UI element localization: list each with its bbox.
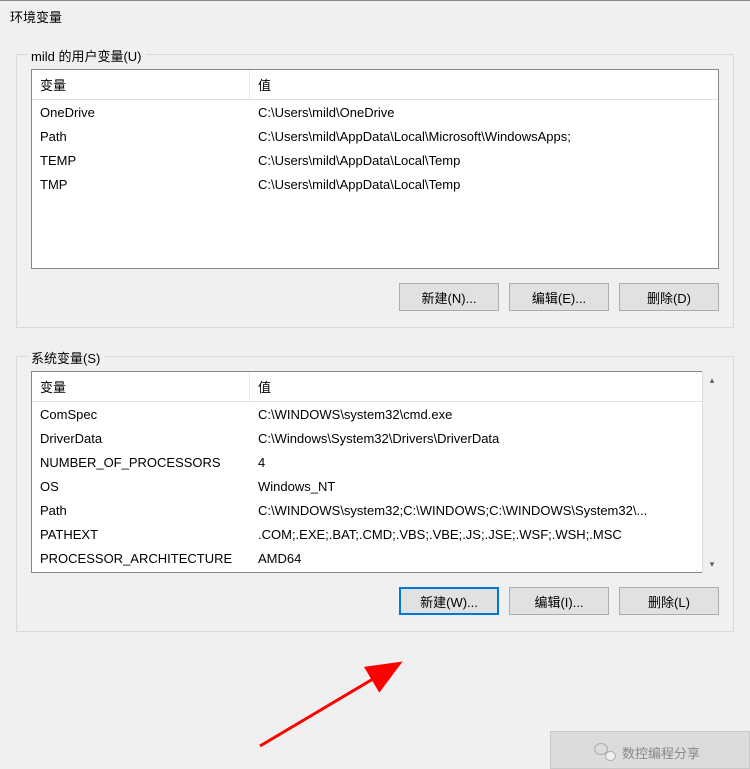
cell-variable: PATHEXT [32,524,250,545]
cell-variable: TEMP [32,150,250,171]
user-row[interactable]: PathC:\Users\mild\AppData\Local\Microsof… [32,124,718,148]
cell-value: C:\Windows\System32\Drivers\DriverData [250,428,718,449]
system-new-button[interactable]: 新建(W)... [399,587,499,615]
scroll-up-icon[interactable]: ▴ [703,371,721,389]
user-variables-legend: mild 的用户变量(U) [27,46,146,65]
cell-variable: DriverData [32,428,250,449]
dialog-title: 环境变量 [0,1,750,34]
cell-value: C:\Users\mild\AppData\Local\Microsoft\Wi… [250,126,718,147]
system-variables-table[interactable]: 变量 值 ComSpecC:\WINDOWS\system32\cmd.exeD… [31,371,719,573]
system-scrollbar[interactable]: ▴ ▾ [702,371,720,573]
cell-variable: Path [32,500,250,521]
user-row[interactable]: OneDriveC:\Users\mild\OneDrive [32,100,718,124]
annotation-arrow [260,651,420,751]
cell-variable: NUMBER_OF_PROCESSORS [32,452,250,473]
system-row[interactable]: PathC:\WINDOWS\system32;C:\WINDOWS;C:\WI… [32,498,718,522]
system-row[interactable]: DriverDataC:\Windows\System32\Drivers\Dr… [32,426,718,450]
cell-value: C:\WINDOWS\system32;C:\WINDOWS;C:\WINDOW… [250,500,718,521]
system-delete-button[interactable]: 删除(L) [619,587,719,615]
cell-variable: OneDrive [32,102,250,123]
user-delete-button[interactable]: 删除(D) [619,283,719,311]
system-row[interactable]: NUMBER_OF_PROCESSORS4 [32,450,718,474]
cell-variable: ComSpec [32,404,250,425]
cell-value: Windows_NT [250,476,718,497]
user-edit-button[interactable]: 编辑(E)... [509,283,609,311]
user-variables-group: mild 的用户变量(U) 变量 值 OneDriveC:\Users\mild… [16,54,734,328]
user-new-button[interactable]: 新建(N)... [399,283,499,311]
system-row[interactable]: PATHEXT.COM;.EXE;.BAT;.CMD;.VBS;.VBE;.JS… [32,522,718,546]
cell-variable: OS [32,476,250,497]
cell-variable: PROCESSOR_ARCHITECTURE [32,548,250,569]
cell-value: C:\Users\mild\OneDrive [250,102,718,123]
user-row[interactable]: TEMPC:\Users\mild\AppData\Local\Temp [32,148,718,172]
cell-variable: TMP [32,174,250,195]
system-variables-group: 系统变量(S) 变量 值 ComSpecC:\WINDOWS\system32\… [16,356,734,632]
cell-value: C:\Users\mild\AppData\Local\Temp [250,150,718,171]
user-variables-table[interactable]: 变量 值 OneDriveC:\Users\mild\OneDrivePathC… [31,69,719,269]
environment-variables-dialog: 环境变量 mild 的用户变量(U) 变量 值 OneDriveC:\Users… [0,0,750,769]
wechat-icon [594,741,616,763]
system-variables-legend: 系统变量(S) [27,348,104,367]
system-edit-button[interactable]: 编辑(I)... [509,587,609,615]
user-col-variable[interactable]: 变量 [32,70,250,99]
scroll-down-icon[interactable]: ▾ [703,555,721,573]
user-col-value[interactable]: 值 [250,70,718,99]
user-row[interactable]: TMPC:\Users\mild\AppData\Local\Temp [32,172,718,196]
system-col-value[interactable]: 值 [250,372,718,401]
cell-value: C:\WINDOWS\system32\cmd.exe [250,404,718,425]
watermark: 数控编程分享 [594,741,700,763]
system-row[interactable]: OSWindows_NT [32,474,718,498]
watermark-text: 数控编程分享 [622,743,700,762]
cell-variable: Path [32,126,250,147]
cell-value: AMD64 [250,548,718,569]
system-col-variable[interactable]: 变量 [32,372,250,401]
system-row[interactable]: ComSpecC:\WINDOWS\system32\cmd.exe [32,402,718,426]
system-row[interactable]: PROCESSOR_ARCHITECTUREAMD64 [32,546,718,570]
cell-value: 4 [250,452,718,473]
cell-value: C:\Users\mild\AppData\Local\Temp [250,174,718,195]
cell-value: .COM;.EXE;.BAT;.CMD;.VBS;.VBE;.JS;.JSE;.… [250,524,718,545]
